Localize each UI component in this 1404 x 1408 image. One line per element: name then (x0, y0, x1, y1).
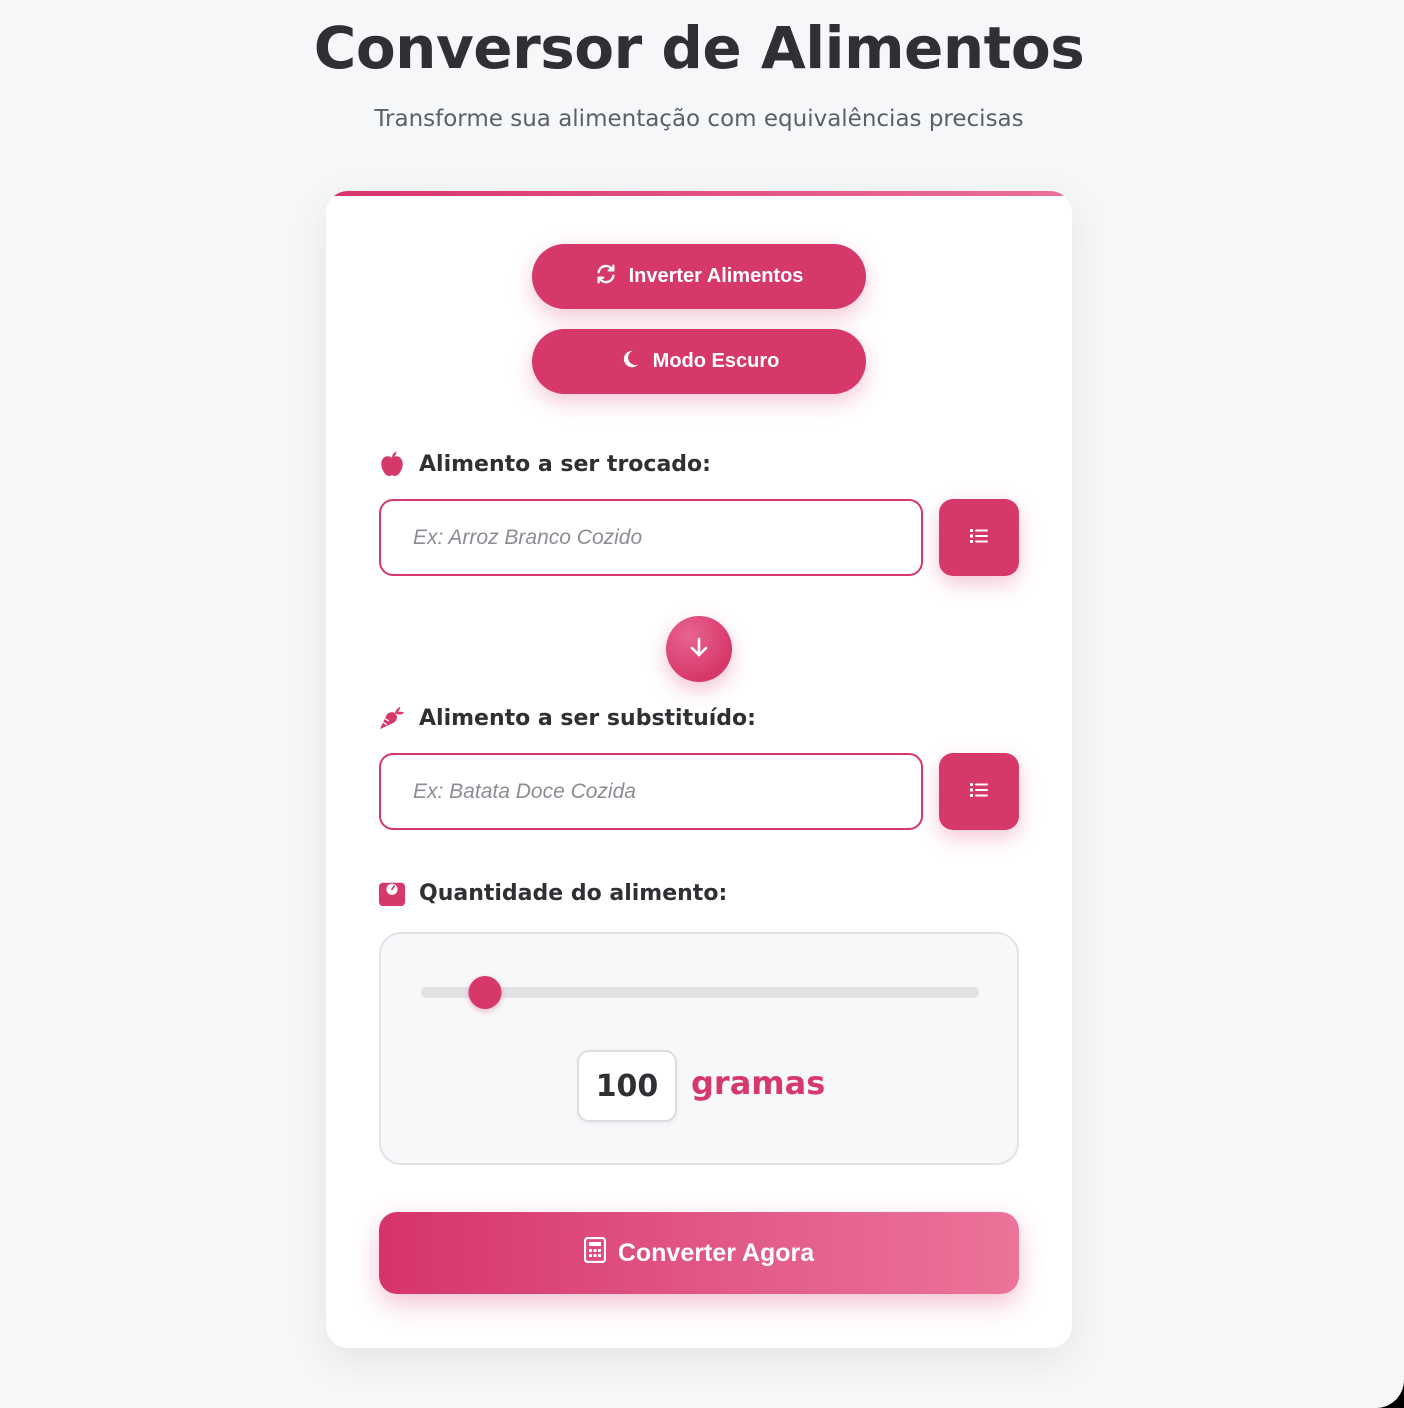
from-food-label: Alimento a ser trocado: (379, 450, 711, 478)
list-icon (970, 782, 988, 801)
convert-button-label: Converter Agora (617, 1238, 815, 1267)
to-food-input[interactable] (379, 753, 923, 830)
quantity-value-input[interactable] (577, 1050, 677, 1122)
quantity-label-text: Quantidade do alimento: (419, 880, 728, 906)
calculator-icon (583, 1236, 606, 1270)
to-food-label: Alimento a ser substituído: (379, 704, 756, 732)
from-food-list-button[interactable] (939, 499, 1019, 576)
app-viewport: Conversor de Alimentos Transforme sua al… (0, 0, 1404, 1408)
convert-button[interactable]: Converter Agora (379, 1212, 1019, 1294)
quantity-panel: gramas (379, 932, 1019, 1165)
converter-card: Inverter Alimentos Modo Escuro Alimento … (326, 191, 1072, 1348)
dark-mode-button[interactable]: Modo Escuro (532, 329, 866, 394)
list-icon (970, 528, 988, 547)
sync-icon (595, 263, 617, 291)
carrot-icon (379, 704, 405, 732)
to-food-list-button[interactable] (939, 753, 1019, 830)
from-food-input[interactable] (379, 499, 923, 576)
invert-foods-label: Inverter Alimentos (628, 265, 804, 287)
to-food-label-text: Alimento a ser substituído: (419, 705, 756, 731)
arrow-down-icon (687, 635, 711, 663)
scale-icon (379, 879, 405, 907)
quantity-unit: gramas (691, 1064, 826, 1102)
moon-icon (619, 348, 641, 376)
card-accent-bar (326, 191, 1072, 196)
quantity-slider-thumb[interactable] (468, 976, 502, 1009)
from-food-label-text: Alimento a ser trocado: (419, 451, 711, 477)
invert-foods-button[interactable]: Inverter Alimentos (532, 244, 866, 309)
page-subtitle: Transforme sua alimentação com equivalên… (374, 106, 1024, 132)
quantity-slider[interactable] (421, 976, 979, 1009)
swap-direction-indicator (666, 616, 732, 682)
dark-mode-label: Modo Escuro (652, 350, 780, 372)
quantity-label: Quantidade do alimento: (379, 879, 727, 907)
apple-icon (379, 450, 405, 478)
page-title: Conversor de Alimentos (313, 14, 1085, 82)
